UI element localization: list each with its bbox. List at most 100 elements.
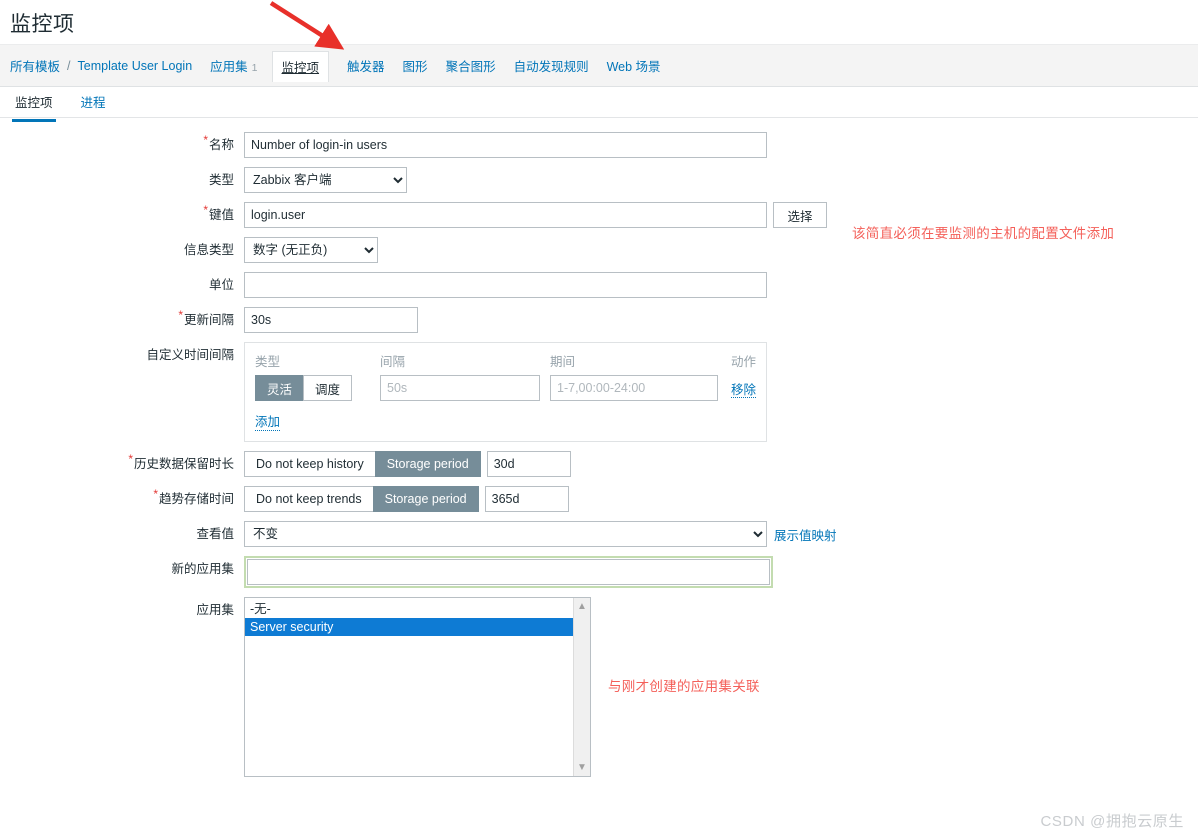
label-custom-intervals: 自定义时间间隔: [146, 348, 234, 362]
label-value-type: 信息类型: [183, 243, 234, 257]
label-key: *键值: [203, 202, 234, 222]
interval-period-cell: [550, 375, 731, 401]
label-units: 单位: [208, 278, 234, 292]
header-type: 类型: [255, 355, 281, 369]
new-application-highlight: [244, 556, 773, 588]
breadcrumb: 所有模板 / Template User Login 应用集 1 监控项 触发器…: [0, 44, 1198, 87]
view-value-select[interactable]: 不变: [244, 521, 767, 547]
custom-intervals-header: 类型 间隔 期间 动作: [255, 351, 756, 370]
label-view-value: 查看值: [196, 527, 234, 541]
annotation-application-note: 与刚才创建的应用集关联: [608, 679, 760, 694]
label-name: *名称: [203, 132, 234, 152]
breadcrumb-item-discovery-rules-label[interactable]: 自动发现规则: [514, 56, 589, 75]
breadcrumb-item-items-active[interactable]: 监控项: [271, 51, 330, 82]
required-marker: *: [178, 307, 183, 322]
update-interval-input[interactable]: [244, 307, 418, 333]
label-type: 类型: [208, 173, 234, 187]
watermark: CSDN @拥抱云原生: [1040, 813, 1184, 830]
applications-option-list: -无- Server security: [245, 598, 573, 776]
label-update-interval: *更新间隔: [178, 307, 234, 327]
breadcrumb-item-screens-label[interactable]: 聚合图形: [446, 56, 496, 75]
list-item[interactable]: Server security: [245, 618, 573, 636]
breadcrumb-item-graphs-label[interactable]: 图形: [403, 56, 428, 75]
breadcrumb-item-web-scenarios[interactable]: Web 场景: [607, 56, 661, 75]
label-history: *历史数据保留时长: [128, 451, 234, 471]
breadcrumb-all-templates[interactable]: 所有模板: [10, 56, 60, 75]
breadcrumb-separator: /: [67, 58, 71, 73]
chevron-up-icon[interactable]: ▲: [574, 598, 590, 615]
key-select-button[interactable]: 选择: [773, 202, 827, 228]
interval-remove-link[interactable]: 移除: [731, 382, 757, 398]
field-name: [244, 132, 767, 158]
trends-mode-toggle: Do not keep trends Storage period: [244, 486, 479, 512]
required-marker: *: [203, 202, 208, 217]
trends-storage-period-button[interactable]: Storage period: [372, 486, 479, 512]
required-marker: *: [128, 451, 133, 466]
trends-do-not-keep-button[interactable]: Do not keep trends: [244, 486, 374, 512]
units-input[interactable]: [244, 272, 767, 298]
field-units: [244, 272, 767, 298]
interval-add-link[interactable]: 添加: [255, 411, 281, 431]
interval-type-flexible-button[interactable]: 灵活: [255, 375, 305, 401]
form-row-applications: 应用集 -无- Server security ▲ ▼: [0, 597, 1198, 777]
field-type: Zabbix 客户端: [244, 167, 407, 193]
new-application-input[interactable]: [247, 559, 770, 585]
custom-interval-row: 灵活 调度 移除: [255, 375, 757, 401]
breadcrumb-item-triggers[interactable]: 触发器: [347, 56, 385, 75]
label-trends: *趋势存储时间: [153, 486, 234, 506]
list-item[interactable]: -无-: [245, 600, 573, 618]
value-type-select[interactable]: 数字 (无正负): [244, 237, 378, 263]
header-interval: 间隔: [380, 355, 406, 369]
form-row-view-value: 查看值 不变 展示值映射: [0, 521, 1198, 547]
header-period: 期间: [550, 355, 576, 369]
key-input[interactable]: [244, 202, 767, 228]
trends-period-input[interactable]: [484, 486, 569, 512]
value-mapping-link[interactable]: 展示值映射: [774, 525, 837, 544]
form-row-history: *历史数据保留时长 Do not keep history Storage pe…: [0, 451, 1198, 477]
form-row-update-interval: *更新间隔: [0, 307, 1198, 333]
subtab-bar: 监控项 进程: [0, 87, 1198, 122]
field-applications: -无- Server security ▲ ▼: [244, 597, 591, 777]
breadcrumb-item-graphs[interactable]: 图形: [403, 56, 428, 75]
history-period-input[interactable]: [486, 451, 571, 477]
field-new-application: [244, 556, 773, 588]
interval-type-toggle: 灵活 调度: [255, 375, 380, 401]
required-marker: *: [153, 486, 158, 501]
field-trends: Do not keep trends Storage period: [244, 486, 569, 512]
breadcrumb-item-web-scenarios-label[interactable]: Web 场景: [607, 56, 661, 75]
history-mode-toggle: Do not keep history Storage period: [244, 451, 481, 477]
interval-type-scheduling-button[interactable]: 调度: [303, 375, 353, 401]
applications-scrollbar[interactable]: ▲ ▼: [573, 598, 590, 776]
history-do-not-keep-button[interactable]: Do not keep history: [244, 451, 376, 477]
form-row-units: 单位: [0, 272, 1198, 298]
form-row-new-application: 新的应用集: [0, 556, 1198, 588]
form-row-type: 类型 Zabbix 客户端: [0, 167, 1198, 193]
name-input[interactable]: [244, 132, 767, 158]
type-select[interactable]: Zabbix 客户端: [244, 167, 407, 193]
field-key: 选择: [244, 202, 827, 228]
chevron-down-icon[interactable]: ▼: [574, 759, 590, 776]
field-history: Do not keep history Storage period: [244, 451, 571, 477]
interval-period-input[interactable]: [550, 375, 718, 401]
breadcrumb-item-applications[interactable]: 应用集 1: [210, 56, 257, 75]
breadcrumb-item-triggers-label[interactable]: 触发器: [347, 56, 385, 75]
form-row-custom-intervals: 自定义时间间隔 类型 间隔 期间 动作 灵活 调度 50s 1-7,00:00-…: [0, 342, 1198, 442]
required-marker: *: [203, 132, 208, 147]
breadcrumb-item-applications-label[interactable]: 应用集: [210, 56, 248, 75]
breadcrumb-template-name[interactable]: Template User Login: [78, 59, 193, 73]
history-storage-period-button[interactable]: Storage period: [374, 451, 481, 477]
label-applications: 应用集: [196, 603, 234, 617]
breadcrumb-item-screens[interactable]: 聚合图形: [446, 56, 496, 75]
form-row-name: *名称: [0, 132, 1198, 158]
interval-value-input[interactable]: [380, 375, 540, 401]
field-value-type: 数字 (无正负): [244, 237, 378, 263]
applications-listbox[interactable]: -无- Server security ▲ ▼: [244, 597, 591, 777]
tab-item[interactable]: 监控项: [12, 87, 56, 122]
tab-preprocessing[interactable]: 进程: [78, 87, 109, 119]
field-update-interval: [244, 307, 418, 333]
header-action: 动作: [731, 355, 757, 369]
breadcrumb-item-discovery-rules[interactable]: 自动发现规则: [514, 56, 589, 75]
custom-intervals-panel: 类型 间隔 期间 动作 灵活 调度 移除: [244, 342, 767, 442]
form-row-trends: *趋势存储时间 Do not keep trends Storage perio…: [0, 486, 1198, 512]
page-title: 监控项: [10, 13, 75, 36]
